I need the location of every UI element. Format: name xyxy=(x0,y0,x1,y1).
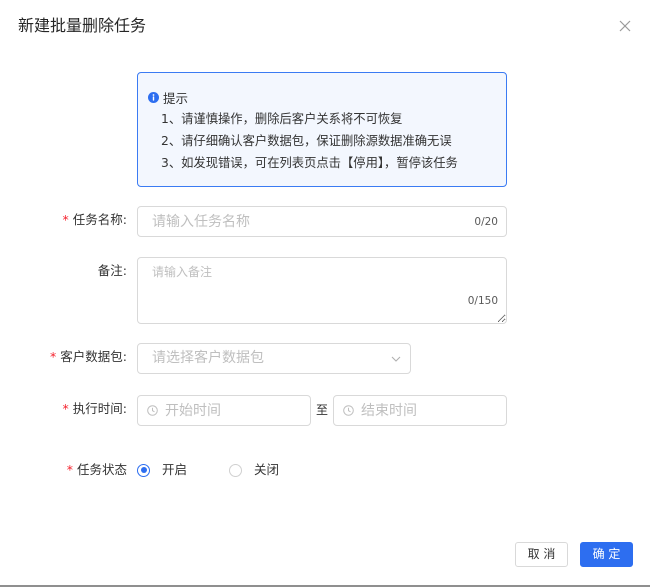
required-mark: * xyxy=(62,212,69,227)
end-time-input[interactable] xyxy=(334,396,506,425)
remark-field: 0/150 xyxy=(137,257,507,324)
data-package-label-text: 客户数据包: xyxy=(60,349,127,364)
required-mark: * xyxy=(66,462,73,477)
task-name-label-text: 任务名称: xyxy=(72,212,127,227)
notice-lines: 1、请谨慎操作，删除后客户关系将不可恢复 2、请仔细确认客户数据包，保证删除源数… xyxy=(161,108,458,174)
dialog-title: 新建批量删除任务 xyxy=(18,16,147,35)
notice-line: 1、请谨慎操作，删除后客户关系将不可恢复 xyxy=(161,112,403,126)
task-name-input[interactable] xyxy=(138,207,506,236)
notice-line: 2、请仔细确认客户数据包，保证删除源数据准确无误 xyxy=(161,134,452,148)
notice-line: 3、如发现错误，可在列表页点击【停用】，暂停该任务 xyxy=(161,156,458,170)
radio-button[interactable] xyxy=(229,463,242,477)
date-range-separator: 至 xyxy=(316,403,329,417)
start-time-input[interactable] xyxy=(138,396,310,425)
notice-title-row: 提示 xyxy=(148,88,188,106)
clock-icon xyxy=(147,405,158,416)
cancel-button[interactable]: 取 消 xyxy=(515,542,568,567)
required-mark: * xyxy=(50,349,57,364)
required-mark: * xyxy=(62,401,69,416)
task-name-field: 0/20 xyxy=(137,206,507,237)
task-status-label: * 任务状态 xyxy=(0,461,127,479)
close-icon[interactable] xyxy=(619,20,631,32)
remark-textarea[interactable] xyxy=(138,258,506,323)
chevron-down-icon xyxy=(391,354,401,364)
exec-time-label-text: 执行时间: xyxy=(72,401,127,416)
remark-label-text: 备注: xyxy=(97,263,127,278)
clock-icon xyxy=(343,405,354,416)
end-time-field xyxy=(333,395,507,426)
status-radio-enabled[interactable]: 开启 xyxy=(137,462,187,478)
remark-char-counter: 0/150 xyxy=(467,295,498,307)
radio-label: 关闭 xyxy=(254,462,280,477)
status-radio-disabled[interactable]: 关闭 xyxy=(229,462,279,478)
radio-button[interactable] xyxy=(137,463,150,477)
notice-title: 提示 xyxy=(163,90,189,106)
notice-box: 提示 1、请谨慎操作，删除后客户关系将不可恢复 2、请仔细确认客户数据包，保证删… xyxy=(137,72,507,187)
data-package-label: * 客户数据包: xyxy=(0,348,127,366)
data-package-select[interactable]: 请选择客户数据包 xyxy=(137,343,411,374)
data-package-placeholder: 请选择客户数据包 xyxy=(152,350,264,366)
batch-delete-dialog: 新建批量删除任务 提示 1、请谨慎操作，删除后客户关系将不可恢复 2、请仔细确认… xyxy=(0,0,650,587)
confirm-button[interactable]: 确 定 xyxy=(580,542,633,567)
radio-label: 开启 xyxy=(162,462,188,477)
task-name-label: * 任务名称: xyxy=(0,211,127,229)
info-icon xyxy=(148,91,159,103)
exec-time-label: * 执行时间: xyxy=(0,400,127,418)
task-name-char-counter: 0/20 xyxy=(474,216,498,228)
remark-label: 备注: xyxy=(0,262,127,280)
start-time-field xyxy=(137,395,311,426)
task-status-label-text: 任务状态 xyxy=(76,462,127,477)
